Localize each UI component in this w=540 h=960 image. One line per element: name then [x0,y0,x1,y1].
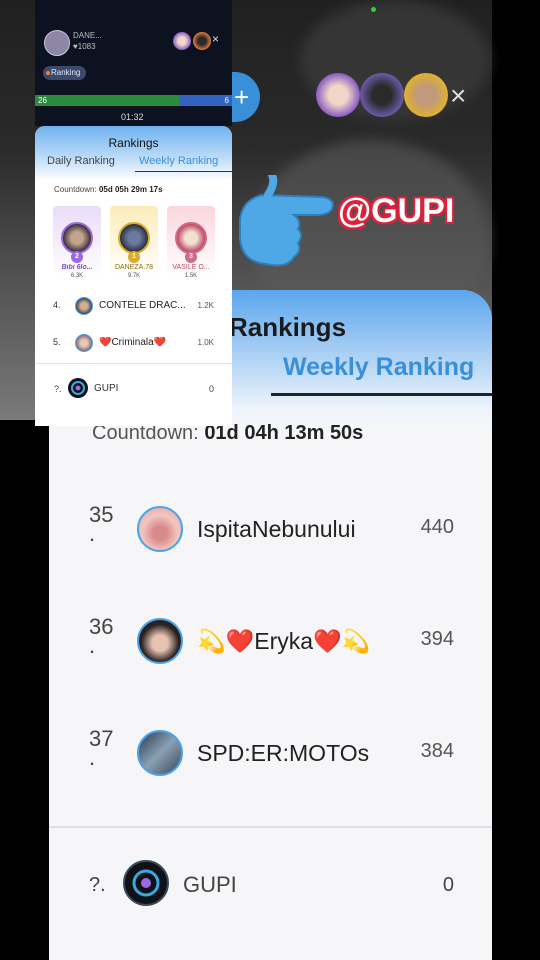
ranking-row[interactable]: 35. IspitaNebunului 440 [49,504,492,584]
close-icon[interactable]: × [212,32,219,46]
user-name: CONTELE DRAC... [99,300,186,311]
my-rank: ?. [54,384,62,394]
panel-title: Rankings [229,312,347,342]
viewer-avatar-1[interactable] [316,73,360,117]
user-score: 1.0K [197,338,214,347]
viewer-avatar-mini-1[interactable] [173,32,191,50]
tab-weekly-ranking[interactable]: Weekly Ranking [139,155,218,167]
panel-title: Rankings [108,136,159,150]
ranking-pill-button[interactable]: Ranking [43,66,87,80]
viewer-avatar-3[interactable] [404,73,448,117]
podium-score: 6.3K [70,273,84,279]
podium-name: VASILE O... [172,264,210,271]
rank-number: 4. [53,300,61,310]
active-tab-underline [135,171,232,172]
podium-avatar [118,222,150,254]
battle-bar-left [35,95,179,106]
my-rank: ?. [89,874,106,896]
mini-live-header: DANE... ♥1083 × Ranking 26 6 01:32 [35,0,232,126]
my-avatar [68,378,88,398]
my-name: GUPI [94,383,119,394]
rank-badge: 2 [71,251,83,263]
podium-name: DANEZA.78 [114,264,154,271]
live-indicator-dot [371,7,376,12]
rankings-panel: Rankings Daily Ranking Weekly Ranking Co… [35,126,232,426]
podium-score: 9.7K [127,273,141,279]
rank-number: 5. [53,337,61,347]
battle-score-left: 26 [38,96,47,105]
battle-score-right: 6 [224,96,229,105]
ranking-row[interactable]: 36. 💫❤️Eryka❤️💫 394 [49,616,492,696]
divider [35,363,232,364]
battle-timer: 01:32 [121,112,144,122]
podium-score: 1.5K [184,273,198,279]
rank-badge: 1 [128,251,140,263]
countdown: Countdown: 05d 05h 29m 17s [54,185,163,194]
user-avatar [137,730,183,776]
user-score: 384 [420,740,454,762]
countdown-value: 05d 05h 29m 17s [98,185,163,194]
rank-number: 35. [89,502,114,546]
viewer-avatar-2[interactable] [360,73,404,117]
ranking-row[interactable]: 4. CONTELE DRAC... 1.2K [35,297,232,317]
podium-avatar [61,222,93,254]
ranking-row[interactable]: 37. SPD:ER:MOTOs 384 [49,728,492,808]
my-score: 0 [208,384,214,394]
user-name: SPD:ER:MOTOs [197,740,370,766]
user-name: IspitaNebunului [197,516,356,542]
podium-name: Bibi 6lo... [61,264,93,271]
user-name: 💫❤️Eryka❤️💫 [197,628,371,654]
my-avatar [123,860,169,906]
mention-tag: @GUPI [338,192,455,230]
host-name: DANE... [73,31,102,40]
viewer-avatar-mini-2[interactable] [193,32,211,50]
user-score: 394 [420,628,454,650]
user-score: 440 [420,516,454,538]
user-avatar [137,618,183,664]
active-tab-underline [271,393,492,396]
mini-live-overlay: DANE... ♥1083 × Ranking 26 6 01:32 Ranki… [35,0,232,426]
gupi-logo-icon [132,869,160,897]
host-avatar[interactable] [44,30,70,56]
ranking-row[interactable]: 5. ❤️Criminala❤️ 1.0K [35,334,232,354]
panel-header [35,126,232,181]
rank-number: 36. [89,614,114,658]
tab-weekly-ranking[interactable]: Weekly Ranking [283,353,474,382]
tab-daily-ranking[interactable]: Daily Ranking [47,155,115,167]
pointing-hand-icon [239,175,334,267]
user-avatar [75,297,93,315]
countdown-label: Countdown: [54,185,97,194]
user-avatar [75,334,93,352]
my-score: 0 [442,874,454,896]
host-likes: ♥1083 [73,42,96,51]
rank-badge: 3 [185,251,197,263]
divider [49,826,492,828]
podium-avatar [175,222,207,254]
rank-number: 37. [89,726,114,770]
user-avatar [137,506,183,552]
user-score: 1.2K [197,301,214,310]
gupi-logo-icon [71,381,85,395]
my-name: GUPI [183,872,237,897]
user-name: ❤️Criminala❤️ [99,337,167,348]
close-icon[interactable]: × [450,82,466,110]
